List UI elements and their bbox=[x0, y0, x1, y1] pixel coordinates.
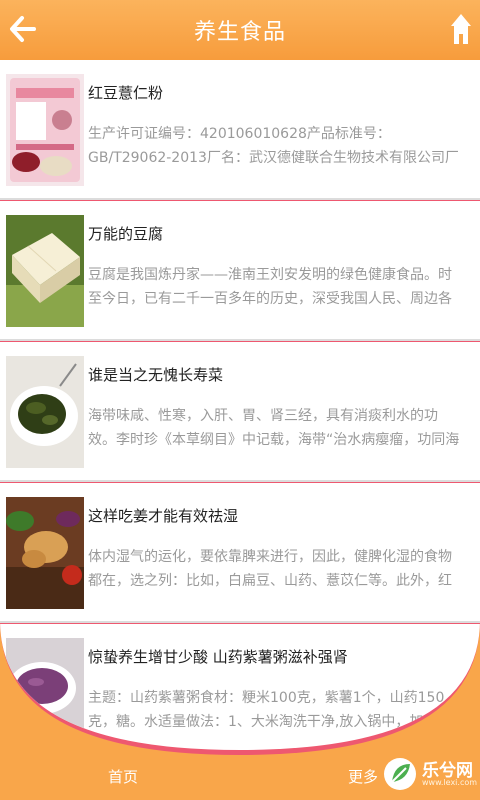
item-title: 万能的豆腐 bbox=[88, 225, 164, 243]
ginger-vegetables-image bbox=[6, 497, 84, 609]
tab-home[interactable]: 首页 bbox=[108, 766, 138, 787]
back-button[interactable] bbox=[8, 14, 36, 44]
list-item[interactable]: 这样吃姜才能有效祛湿 体内湿气的运化，要依靠脾来进行，因此，健脾化湿的食物都在，… bbox=[0, 483, 480, 623]
tofu-image bbox=[6, 215, 84, 327]
item-description: 生产许可证编号：420106010628产品标准号：GB/T29062-2013… bbox=[88, 126, 459, 166]
item-title: 这样吃姜才能有效祛湿 bbox=[88, 507, 239, 525]
item-description: 海带味咸、性寒，入肝、胃、肾三经，具有消痰利水的功效。李时珍《本草纲目》中记载，… bbox=[88, 408, 460, 448]
list-item[interactable]: 万能的豆腐 豆腐是我国炼丹家——淮南王刘安发明的绿色健康食品。时至今日，已有二千… bbox=[0, 201, 480, 341]
header-bar: 养生食品 bbox=[0, 0, 480, 60]
tab-more[interactable]: 更多 bbox=[348, 766, 378, 787]
item-description: 豆腐是我国炼丹家——淮南王刘安发明的绿色健康食品。时至今日，已有二千一百多年的历… bbox=[88, 267, 452, 307]
packaged-powder-image bbox=[6, 74, 84, 186]
food-list[interactable]: 红豆薏仁粉 生产许可证编号：420106010628产品标准号：GB/T2906… bbox=[0, 60, 480, 755]
arrow-left-icon bbox=[10, 16, 36, 42]
watermark-logo: 乐兮网 www.lexi.com bbox=[382, 752, 478, 796]
list-item[interactable]: 红豆薏仁粉 生产许可证编号：420106010628产品标准号：GB/T2906… bbox=[0, 60, 480, 200]
seaweed-image bbox=[6, 356, 84, 468]
content-sheet: 红豆薏仁粉 生产许可证编号：420106010628产品标准号：GB/T2906… bbox=[0, 60, 480, 755]
item-description: 体内湿气的运化，要依靠脾来进行，因此，健脾化湿的食物都在，选之列：比如，白扁豆、… bbox=[88, 549, 452, 589]
list-item[interactable]: 谁是当之无愧长寿菜 海带味咸、性寒，入肝、胃、肾三经，具有消痰利水的功效。李时珍… bbox=[0, 342, 480, 482]
home-icon bbox=[451, 14, 471, 44]
item-title: 谁是当之无愧长寿菜 bbox=[88, 366, 224, 384]
item-title: 惊蛰养生增甘少酸 山药紫薯粥滋补强肾 bbox=[88, 648, 348, 666]
home-button[interactable] bbox=[450, 12, 472, 46]
page-title: 养生食品 bbox=[193, 20, 286, 45]
leaf-logo-icon bbox=[384, 758, 416, 790]
watermark-sub: www.lexi.com bbox=[422, 778, 478, 787]
item-title: 红豆薏仁粉 bbox=[88, 84, 164, 102]
